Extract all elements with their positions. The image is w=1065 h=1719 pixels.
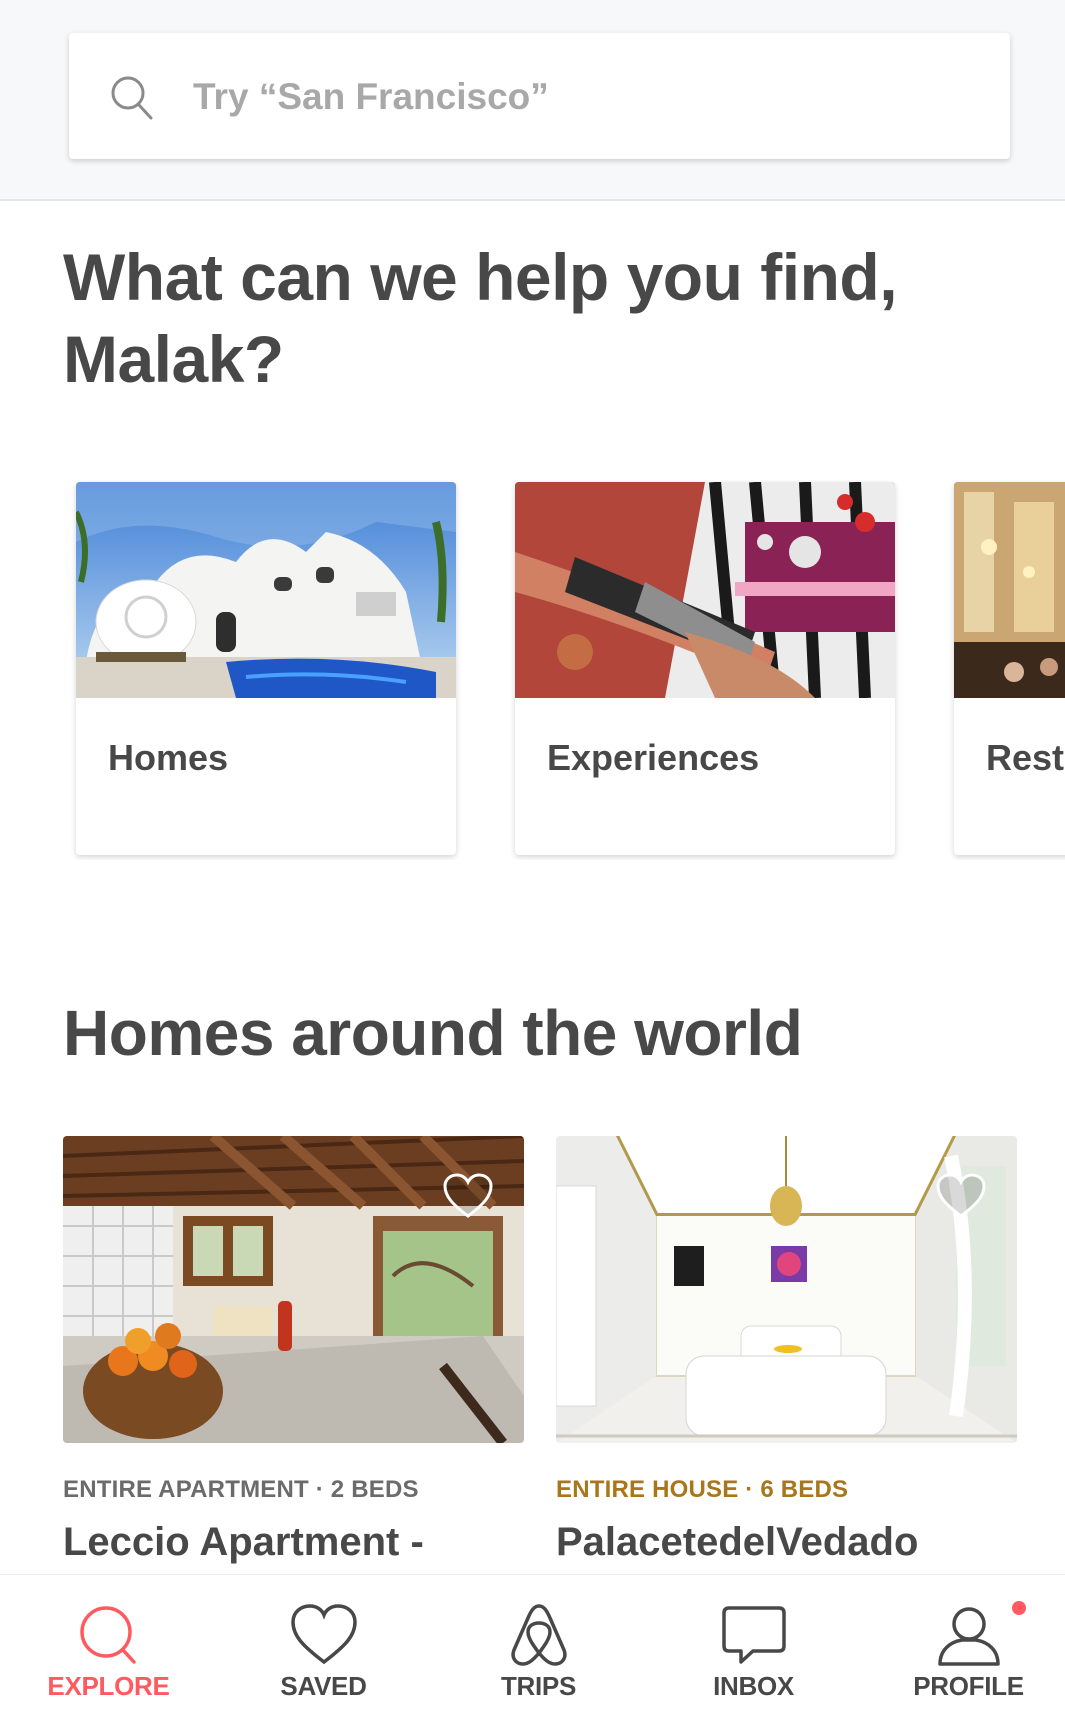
- heart-icon: [290, 1604, 357, 1665]
- category-label-restaurants: Resta: [986, 737, 1065, 778]
- search-input[interactable]: [193, 64, 953, 130]
- heart-icon[interactable]: [442, 1172, 494, 1220]
- notification-dot: [1012, 1601, 1026, 1615]
- search-icon: [111, 76, 153, 120]
- nav-explore[interactable]: EXPLORE: [2, 1575, 215, 1719]
- category-card-restaurants[interactable]: Resta: [954, 482, 1065, 855]
- nav-label-explore: EXPLORE: [47, 1671, 170, 1701]
- listing-card[interactable]: ENTIRE HOUSE · 6 BEDS PalacetedelVedado: [556, 1136, 1017, 1576]
- greeting-heading: What can we help you find, Malak?: [63, 236, 963, 400]
- nav-inbox[interactable]: INBOX: [647, 1575, 860, 1719]
- nav-label-inbox: INBOX: [713, 1671, 794, 1701]
- search-header: [0, 0, 1065, 201]
- nav-trips[interactable]: TRIPS: [432, 1575, 645, 1719]
- category-label-homes: Homes: [108, 737, 229, 778]
- airbnb-logo-icon: [510, 1604, 567, 1666]
- listing-photo: [556, 1136, 1017, 1443]
- person-icon: [937, 1607, 1000, 1666]
- category-label-experiences: Experiences: [547, 737, 760, 778]
- bottom-nav: EXPLORE SAVED TRIPS INBOX PROFILE: [0, 1574, 1065, 1719]
- nav-label-saved: SAVED: [280, 1671, 367, 1701]
- experiences-photo: [515, 482, 895, 698]
- listing-type: ENTIRE APARTMENT · 2 BEDS: [63, 1476, 419, 1503]
- heart-icon[interactable]: [935, 1172, 987, 1220]
- restaurants-photo: [954, 482, 1065, 698]
- category-carousel[interactable]: Homes Experiences Rest: [0, 480, 1065, 860]
- nav-label-trips: TRIPS: [500, 1671, 577, 1701]
- homes-photo: [76, 482, 456, 698]
- listing-card[interactable]: ENTIRE APARTMENT · 2 BEDS Leccio Apartme…: [63, 1136, 524, 1576]
- search-icon: [79, 1606, 136, 1664]
- listing-title: PalacetedelVedado: [556, 1520, 919, 1564]
- category-card-experiences[interactable]: Experiences: [515, 482, 895, 855]
- nav-label-profile: PROFILE: [913, 1671, 1024, 1701]
- listing-title: Leccio Apartment -: [63, 1520, 424, 1564]
- listing-photo: [63, 1136, 524, 1443]
- section-title: Homes around the world: [63, 997, 803, 1069]
- nav-profile[interactable]: PROFILE: [862, 1575, 1065, 1719]
- explore-screen: What can we help you find, Malak?: [0, 0, 1065, 1719]
- category-card-homes[interactable]: Homes: [76, 482, 456, 855]
- nav-saved[interactable]: SAVED: [217, 1575, 430, 1719]
- greeting-line-2: Malak?: [63, 322, 284, 396]
- greeting-line-1: What can we help you find,: [63, 240, 898, 314]
- listing-type: ENTIRE HOUSE · 6 BEDS: [556, 1476, 849, 1503]
- chat-bubble-icon: [721, 1606, 786, 1664]
